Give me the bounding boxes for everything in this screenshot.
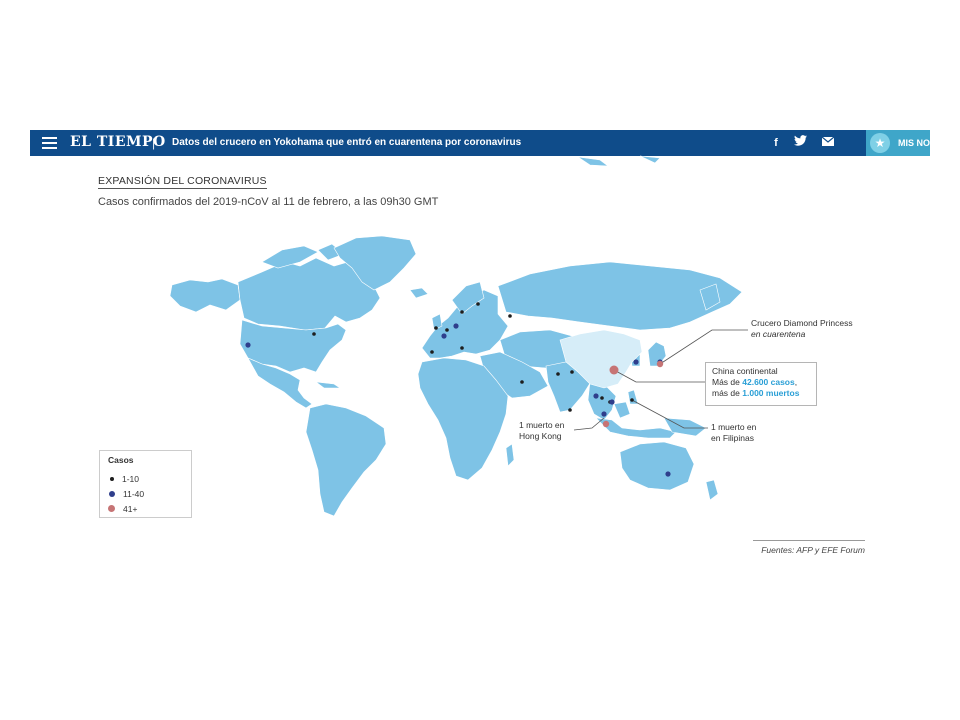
- legend-dot-medium: [109, 490, 115, 497]
- marker-diamond-princess: [656, 360, 664, 368]
- china-callout-deaths: más de 1.000 muertos: [712, 388, 810, 399]
- marker-china: [609, 365, 619, 375]
- legend-item-large: 41+: [108, 503, 137, 515]
- china-connector: [613, 369, 708, 383]
- marker-france: [441, 333, 447, 339]
- china-callout-cases: Más de 42.600 casos,: [712, 377, 810, 388]
- china-deaths-prefix: más de: [712, 388, 743, 398]
- land-caribbean: [314, 381, 341, 389]
- world-map: [169, 155, 748, 517]
- marker-canada-east: [312, 332, 316, 336]
- philippines-line2: en Filipinas: [711, 433, 754, 443]
- legend-dot-large: [108, 505, 115, 513]
- diamond-princess-title: Crucero Diamond Princess: [751, 318, 853, 328]
- land-japan: [647, 341, 667, 367]
- sources-note: Fuentes: AFP y EFE Forum: [753, 540, 865, 555]
- land-iceland: [409, 287, 429, 299]
- land-alaska: [169, 278, 241, 313]
- china-callout-title: China continental: [712, 366, 778, 376]
- land-australia: [619, 441, 695, 491]
- hong-kong-line2: Hong Kong: [519, 431, 562, 441]
- land-shapes: [169, 155, 743, 517]
- china-deaths-value: 1.000 muertos: [742, 388, 800, 398]
- hong-kong-label: 1 muerto en Hong Kong: [519, 420, 564, 442]
- marker-india: [570, 370, 574, 374]
- legend-title: Casos: [108, 455, 134, 465]
- legend-label-medium: 11-40: [123, 488, 145, 499]
- marker-belgium: [445, 328, 449, 332]
- diamond-princess-note: en cuarentena: [751, 329, 806, 339]
- marker-korea: [633, 359, 639, 365]
- philippines-label: 1 muerto en en Filipinas: [711, 422, 756, 444]
- marker-russia: [508, 314, 512, 318]
- marker-spain: [430, 350, 434, 354]
- marker-malaysia: [601, 411, 607, 417]
- marker-thailand: [609, 399, 615, 405]
- china-cases-value: 42.600 casos: [742, 377, 795, 387]
- marker-uk: [434, 326, 438, 330]
- philippines-line1: 1 muerto en: [711, 422, 757, 432]
- diamond-princess-label: Crucero Diamond Princess en cuarentena: [751, 318, 853, 340]
- marker-uae: [520, 380, 524, 384]
- marker-finland: [476, 302, 480, 306]
- land-philippines: [627, 389, 639, 405]
- marker-srilanka: [568, 408, 572, 412]
- legend-item-medium: 11-40: [108, 488, 144, 500]
- marker-cambodia: [600, 396, 604, 400]
- marker-australia: [665, 471, 671, 477]
- arctic-island-top: [577, 156, 609, 167]
- legend-dot-small: [110, 476, 114, 481]
- legend-label-large: 41+: [123, 503, 138, 514]
- land-indonesia: [595, 417, 677, 439]
- china-cases-prefix: Más de: [712, 377, 743, 387]
- china-callout: China continental Más de 42.600 casos, m…: [705, 362, 817, 406]
- china-cases-suffix: ,: [794, 377, 798, 387]
- diamond-connector: [659, 329, 748, 365]
- land-new-zealand: [705, 479, 719, 501]
- marker-vietnam: [593, 393, 599, 399]
- land-madagascar: [505, 443, 515, 467]
- marker-usa-west: [245, 342, 251, 348]
- land-borneo: [613, 401, 631, 419]
- marker-philippines: [630, 398, 634, 402]
- arctic-island-top-2: [639, 155, 661, 164]
- marker-nepal: [556, 372, 560, 376]
- hong-kong-line1: 1 muerto en: [519, 420, 565, 430]
- marker-sweden: [460, 310, 464, 314]
- map-legend: Casos 1-10 11-40 41+: [99, 450, 192, 518]
- marker-singapore: [602, 420, 610, 428]
- legend-item-small: 1-10: [108, 473, 139, 485]
- marker-germany: [453, 323, 459, 329]
- legend-label-small: 1-10: [122, 473, 140, 484]
- land-south-america: [305, 403, 387, 517]
- marker-italy: [460, 346, 464, 350]
